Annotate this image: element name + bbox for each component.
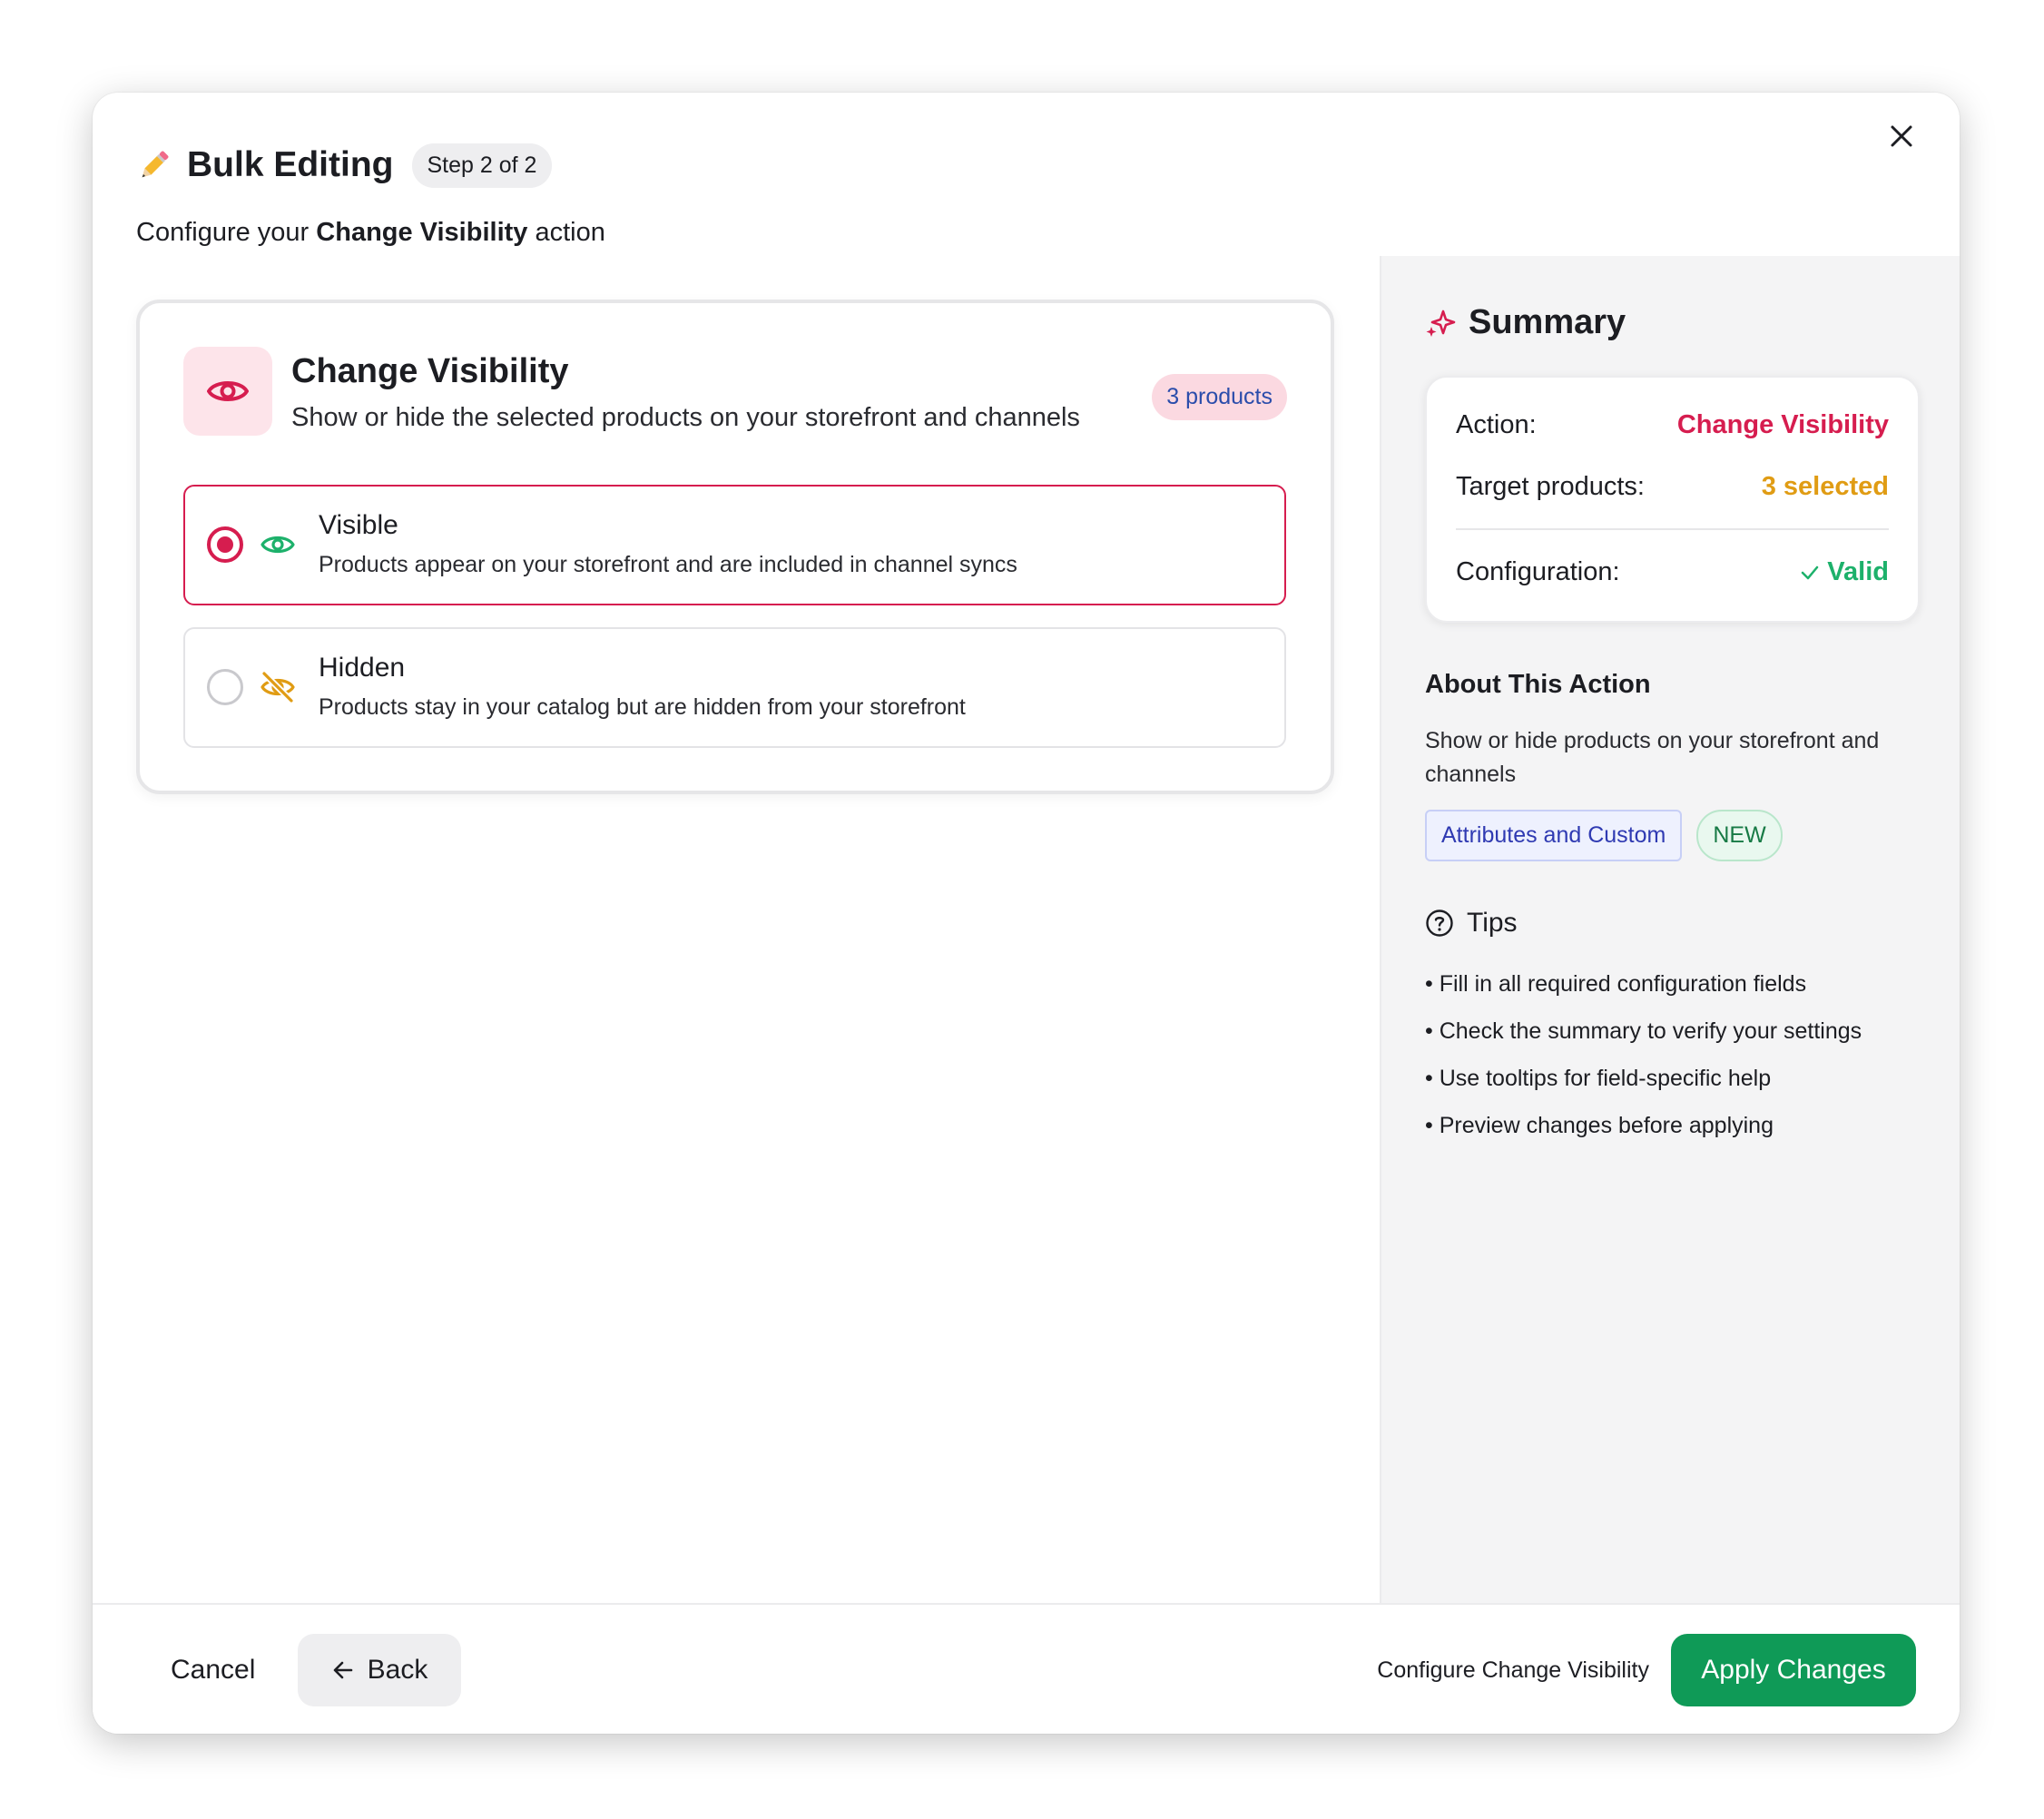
summary-value: Valid <box>1827 557 1889 586</box>
tip-item: Fill in all required configuration field… <box>1425 960 1862 1008</box>
summary-value: 3 selected <box>1761 472 1889 501</box>
tip-item: Preview changes before applying <box>1425 1102 1862 1149</box>
summary-card: Action: Change Visibility Target product… <box>1425 376 1920 623</box>
sparkle-icon <box>1426 310 1456 337</box>
title-row: Bulk Editing Step 2 of 2 <box>136 125 1916 205</box>
option-title: Hidden <box>319 653 406 683</box>
about-title: About This Action <box>1425 670 1651 699</box>
tag-new: NEW <box>1696 810 1783 861</box>
subtitle-suffix: action <box>527 218 605 247</box>
tips-title: Tips <box>1467 908 1518 938</box>
about-description: Show or hide products on your storefront… <box>1425 728 1880 787</box>
subtitle-prefix: Configure your <box>136 218 317 247</box>
cancel-button[interactable]: Cancel <box>151 1634 275 1706</box>
card-icon-box <box>183 347 272 436</box>
action-config-card: Change Visibility Show or hide the selec… <box>136 300 1334 794</box>
summary-header: Summary <box>1425 303 1626 342</box>
tip-item: Use tooltips for field-specific help <box>1425 1055 1862 1102</box>
back-button[interactable]: Back <box>298 1634 461 1706</box>
close-button[interactable] <box>1880 114 1923 158</box>
close-icon <box>1891 125 1912 147</box>
eye-icon <box>207 381 249 401</box>
summary-row-action: Action: Change Visibility <box>1456 410 1889 440</box>
tips-list: Fill in all required configuration field… <box>1425 960 1862 1149</box>
eye-icon <box>260 536 295 554</box>
option-description: Products stay in your catalog but are hi… <box>319 694 966 720</box>
summary-divider <box>1456 528 1889 530</box>
option-visible[interactable]: Visible Products appear on your storefro… <box>183 485 1286 605</box>
back-label: Back <box>367 1655 428 1685</box>
summary-label: Action: <box>1456 410 1537 439</box>
summary-row-target: Target products: 3 selected <box>1456 472 1889 502</box>
summary-label: Target products: <box>1456 472 1645 501</box>
footer-hint: Configure Change Visibility <box>1377 1657 1649 1683</box>
summary-value: Change Visibility <box>1676 410 1889 439</box>
tip-item: Check the summary to verify your setting… <box>1425 1008 1862 1055</box>
summary-title: Summary <box>1469 303 1626 341</box>
summary-label: Configuration: <box>1456 557 1620 586</box>
tag-attributes: Attributes and Custom <box>1425 810 1683 861</box>
option-description: Products appear on your storefront and a… <box>319 552 1017 577</box>
subtitle-action: Change Visibility <box>316 218 528 247</box>
modal-footer: Cancel Back Configure Change Visibility … <box>93 1603 1960 1734</box>
help-circle-icon <box>1426 910 1453 937</box>
card-description: Show or hide the selected products on yo… <box>291 403 1080 432</box>
summary-panel: Summary Action: Change Visibility Target… <box>1380 256 1960 1605</box>
pencil-icon <box>142 151 169 178</box>
arrow-left-icon <box>333 1661 352 1679</box>
option-title: Visible <box>319 510 398 540</box>
summary-row-config: Configuration: Valid <box>1456 557 1889 587</box>
radio-hidden[interactable] <box>207 669 243 705</box>
eye-off-icon <box>260 670 295 704</box>
apply-changes-button[interactable]: Apply Changes <box>1671 1634 1916 1706</box>
radio-visible[interactable] <box>207 526 243 563</box>
tips-header: Tips <box>1425 908 1518 939</box>
card-title: Change Visibility <box>291 352 569 390</box>
about-tags: Attributes and Custom NEW <box>1425 810 1783 861</box>
modal-title: Bulk Editing <box>187 145 394 184</box>
option-hidden[interactable]: Hidden Products stay in your catalog but… <box>183 627 1286 748</box>
check-icon <box>1802 565 1819 579</box>
step-badge: Step 2 of 2 <box>411 143 553 188</box>
products-count-badge: 3 products <box>1152 374 1287 420</box>
modal-subtitle: Configure your Change Visibility action <box>136 218 1916 248</box>
bulk-editing-modal: Bulk Editing Step 2 of 2 Configure your … <box>93 93 1960 1734</box>
summary-value-valid: Valid <box>1800 557 1889 587</box>
